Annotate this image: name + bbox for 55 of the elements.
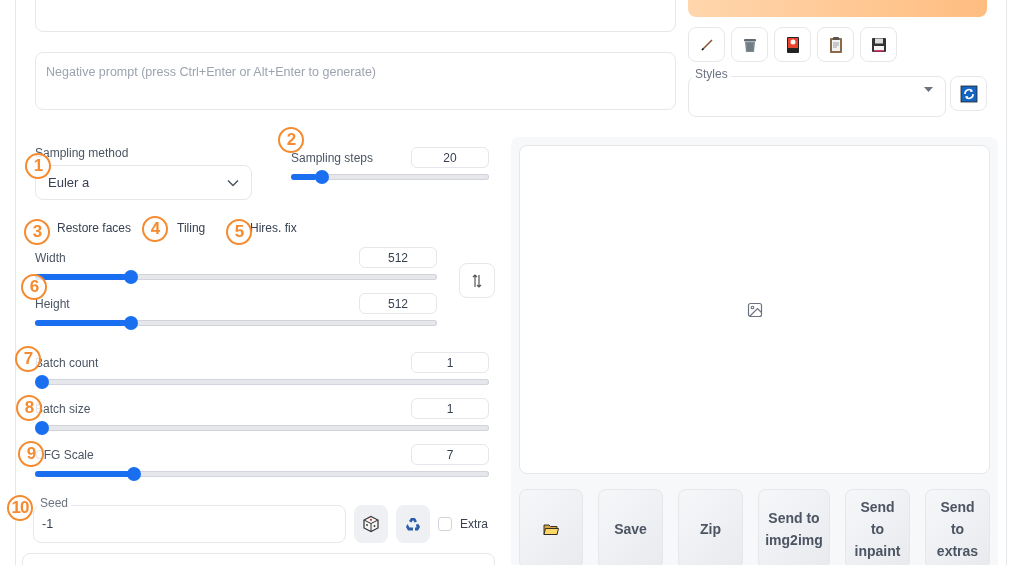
dropdown-value: Euler a: [48, 175, 90, 190]
step-number-badge: 6: [21, 274, 47, 300]
chevron-down-icon: [227, 178, 239, 187]
gallery-button[interactable]: Send to inpaint: [845, 489, 910, 565]
swap-dimensions-button[interactable]: [459, 263, 495, 298]
seed-label: Seed: [37, 496, 72, 510]
slider-thumb[interactable]: [314, 170, 329, 184]
refresh-button[interactable]: [950, 76, 987, 111]
recycle-icon: [404, 515, 422, 533]
gallery-button[interactable]: Zip: [678, 489, 743, 565]
number-field[interactable]: 512: [359, 293, 437, 314]
caret-icon: [924, 87, 933, 92]
pencil-button[interactable]: [688, 27, 725, 62]
number-field[interactable]: 20: [411, 147, 489, 168]
gallery-button[interactable]: Send to img2img: [758, 489, 830, 565]
clipboard-button[interactable]: [817, 27, 854, 62]
styles-label: Styles: [692, 67, 731, 81]
slider-thumb[interactable]: [124, 270, 139, 284]
gallery-button[interactable]: Save: [598, 489, 663, 565]
number-field[interactable]: 7: [411, 444, 489, 465]
step-number-badge: 10: [7, 495, 33, 521]
slider-label: Sampling steps: [291, 150, 374, 165]
checkbox[interactable]: [438, 517, 452, 531]
sampling-method-label: Sampling method: [35, 147, 129, 160]
slider-fill: [291, 174, 317, 180]
slider-thumb[interactable]: [124, 316, 139, 330]
gallery-button[interactable]: Send to extras: [925, 489, 990, 565]
step-number-badge: 3: [24, 219, 50, 245]
number-field[interactable]: 1: [411, 352, 489, 373]
folder-icon: [543, 522, 559, 536]
slider-thumb[interactable]: [35, 421, 49, 435]
number-field[interactable]: 512: [359, 247, 437, 268]
book-button[interactable]: [774, 27, 811, 62]
number-field[interactable]: 1: [411, 398, 489, 419]
swap-icon: [472, 272, 482, 289]
step-number-badge: 4: [142, 216, 168, 242]
checkbox-label: Tiling: [177, 221, 206, 235]
step-number-badge: 2: [278, 127, 304, 153]
seed-value: -1: [42, 517, 54, 531]
trash-button[interactable]: [731, 27, 768, 62]
slider-label: Width: [35, 250, 66, 265]
reuse-seed-button[interactable]: [396, 505, 430, 543]
checkbox-label: Extra: [460, 517, 488, 531]
save-style-button[interactable]: [860, 27, 897, 62]
step-number-badge: 5: [226, 219, 252, 245]
image-icon: [746, 301, 763, 318]
slider-thumb[interactable]: [35, 375, 49, 389]
checkbox-label: Hires. fix: [250, 221, 297, 235]
slider-thumb[interactable]: [127, 467, 142, 481]
clipboard-icon: [827, 35, 844, 54]
book-icon: [784, 35, 801, 54]
dice-icon: [362, 515, 380, 533]
checkbox-label: Restore faces: [57, 221, 132, 235]
random-seed-button[interactable]: [354, 505, 388, 543]
refresh-icon: [959, 84, 978, 103]
